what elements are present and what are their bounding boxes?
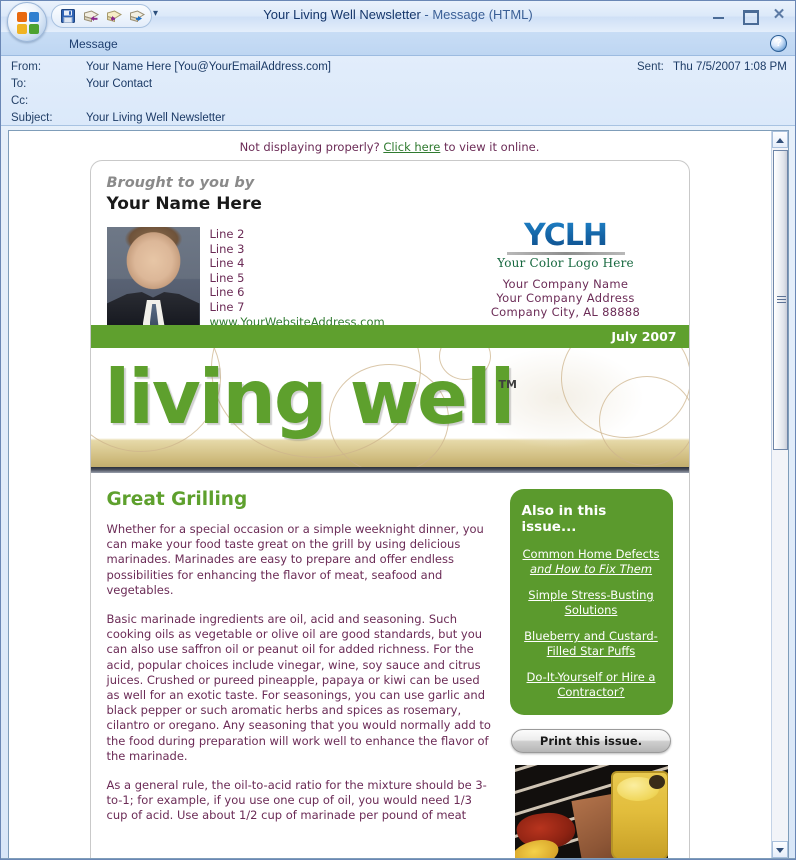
article-paragraph: As a general rule, the oil-to-acid ratio… — [106, 778, 487, 823]
banner-month-label: July 2007 — [611, 329, 677, 344]
issue-link-line: Do-It-Yourself or Hire a — [526, 670, 656, 684]
header-row-from: From: Your Name Here [You@YourEmailAddre… — [1, 61, 795, 78]
subject-value: Your Living Well Newsletter — [86, 112, 226, 124]
title-bar: ▾ Your Living Well Newsletter - Message … — [1, 1, 795, 42]
banner-wordmark: living well — [104, 353, 516, 441]
newsletter: Brought to you by Your Name Here Line 2 … — [89, 160, 690, 858]
contact-line: Line 3 — [209, 241, 245, 256]
company-address-block: Your Company Name Your Company Address C… — [461, 277, 671, 319]
window-title: Your Living Well Newsletter - Message (H… — [1, 7, 795, 22]
scroll-up-arrow-icon[interactable] — [772, 131, 788, 148]
window-controls: ✕ — [711, 7, 787, 25]
company-city-state-zip: Company City, AL 88888 — [490, 305, 641, 319]
issue-link-line: and How to Fix Them — [529, 561, 653, 576]
sponsor-contact-lines: Line 2 Line 3 Line 4 Line 5 Line 6 Line … — [210, 227, 385, 329]
issue-link-blueberry-custard-star-puffs[interactable]: Blueberry and Custard- Filled Star Puffs — [520, 629, 663, 658]
main-article: Great Grilling Whether for a special occ… — [107, 489, 496, 858]
preheader-line: Not displaying properly? Click here to v… — [9, 131, 770, 160]
tab-message[interactable]: Message — [59, 35, 128, 53]
sidebar: Also in this issue... Common Home Defect… — [509, 489, 673, 858]
window-bottom-edge — [1, 858, 795, 859]
scrollbar-grip-icon — [777, 296, 786, 304]
sponsor-portrait-photo — [106, 227, 200, 326]
logo-tagline: Your Color Logo Here — [497, 256, 634, 270]
view-online-link[interactable]: Click here — [383, 140, 440, 154]
banner-swirl-decoration — [598, 376, 689, 466]
issue-link-simple-stress-busting-solutions[interactable]: Simple Stress-Busting Solutions — [520, 588, 663, 617]
issue-link-line: Filled Star Puffs — [546, 643, 636, 658]
cc-label: Cc: — [11, 95, 29, 107]
article-paragraph: Whether for a special occasion or a simp… — [106, 522, 484, 597]
company-logo-block: YCLH Your Color Logo Here Your Company N… — [461, 221, 671, 320]
from-label: From: — [11, 61, 42, 73]
preheader-after: to view it online. — [440, 140, 540, 154]
help-icon[interactable]: ? — [770, 35, 787, 52]
scrollbar-thumb[interactable] — [773, 150, 788, 450]
header-row-to: To: Your Contact — [1, 78, 795, 95]
sent-value: Thu 7/5/2007 1:08 PM — [673, 61, 787, 73]
newsletter-masthead: Brought to you by Your Name Here Line 2 … — [89, 160, 690, 329]
scroll-down-arrow-icon[interactable] — [772, 841, 788, 858]
contact-line: Line 2 — [209, 227, 245, 241]
subject-label: Subject: — [11, 112, 53, 124]
maximize-button[interactable] — [741, 7, 759, 25]
newsletter-content: Great Grilling Whether for a special occ… — [89, 473, 690, 858]
header-row-subject: Subject: Your Living Well Newsletter — [1, 112, 795, 129]
sent-label: Sent: — [637, 61, 664, 73]
article-paragraph: Basic marinade ingredients are oil, acid… — [106, 612, 491, 763]
also-in-this-issue-box: Also in this issue... Common Home Defect… — [509, 489, 673, 715]
vertical-scrollbar[interactable] — [771, 131, 788, 858]
ribbon-tab-strip: Message ? — [1, 32, 795, 56]
office-button[interactable] — [7, 2, 47, 42]
close-button[interactable]: ✕ — [771, 7, 787, 23]
contact-line: Line 5 — [209, 270, 245, 285]
issue-link-line: Simple Stress-Busting — [528, 588, 654, 602]
sidebar-title: Also in this issue... — [521, 503, 607, 535]
sponsor-name: Your Name Here — [106, 194, 262, 214]
preheader-before: Not displaying properly? — [239, 140, 384, 154]
issue-link-line: Solutions — [564, 602, 618, 617]
company-logo-icon: YCLH — [461, 221, 671, 251]
company-name: Your Company Name — [502, 277, 629, 291]
banner-artwork: living well TM — [90, 348, 689, 473]
contact-line: Line 6 — [209, 285, 245, 300]
outlook-message-window: ▾ Your Living Well Newsletter - Message … — [0, 0, 796, 860]
article-headline: Great Grilling — [106, 489, 248, 510]
company-address: Your Company Address — [496, 291, 635, 305]
to-value[interactable]: Your Contact — [86, 78, 152, 90]
minimize-button[interactable] — [711, 7, 727, 23]
issue-link-common-home-defects[interactable]: Common Home Defects and How to Fix Them — [520, 547, 663, 576]
message-header-fields: From: Your Name Here [You@YourEmailAddre… — [1, 56, 795, 126]
trademark-icon: TM — [498, 378, 517, 391]
window-title-suffix: - Message (HTML) — [420, 7, 533, 22]
from-value[interactable]: Your Name Here [You@YourEmailAddress.com… — [86, 61, 331, 73]
newsletter-banner: July 2007 living well TM — [89, 325, 690, 473]
issue-link-line: Common Home Defects — [522, 547, 660, 561]
brought-to-you-by-label: Brought to you by — [106, 175, 255, 191]
issue-link-line: Blueberry and Custard- — [524, 629, 658, 643]
message-body: Not displaying properly? Click here to v… — [9, 131, 770, 858]
reading-pane: Not displaying properly? Click here to v… — [8, 130, 789, 859]
issue-link-line: Contractor? — [557, 684, 625, 699]
window-title-text: Your Living Well Newsletter — [263, 7, 421, 22]
contact-line: Line 7 — [209, 299, 245, 314]
grilled-food-photo — [514, 765, 668, 858]
print-this-issue-button[interactable]: Print this issue. — [511, 729, 671, 753]
contact-line: Line 4 — [209, 256, 245, 271]
sponsor-contact-block: Line 2 Line 3 Line 4 Line 5 Line 6 Line … — [106, 227, 385, 329]
banner-month-bar: July 2007 — [90, 325, 689, 348]
to-label: To: — [11, 78, 27, 90]
issue-link-diy-or-hire-contractor[interactable]: Do-It-Yourself or Hire a Contractor? — [520, 670, 663, 699]
header-row-cc: Cc: — [1, 95, 795, 112]
office-logo-icon — [17, 12, 39, 34]
